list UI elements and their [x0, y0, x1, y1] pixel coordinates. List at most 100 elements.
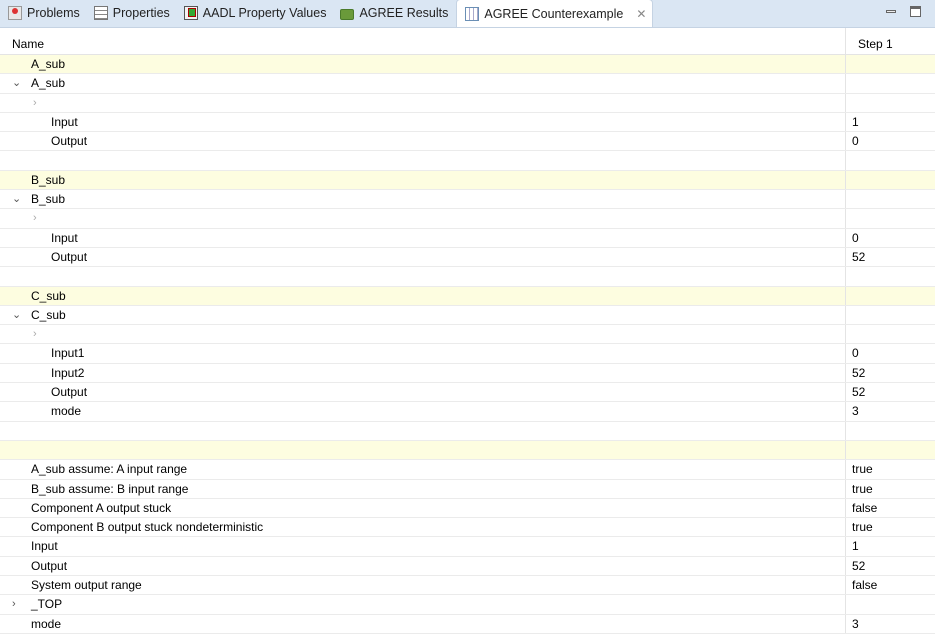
row-name-cell: Component A output stuck	[0, 498, 846, 518]
row-name-cell: mode	[0, 402, 846, 421]
table-row[interactable]: Input 0	[0, 228, 935, 248]
row-value-cell: 52	[852, 385, 866, 400]
row-name: Output	[51, 249, 88, 264]
row-name-cell: Output	[0, 556, 846, 576]
table-row[interactable]: Output 52	[0, 556, 935, 577]
tab-problems[interactable]: Problems	[0, 0, 86, 27]
row-value-cell: 0	[852, 230, 859, 245]
tab-aadl-property-values[interactable]: AADL Property Values	[176, 0, 333, 27]
chevron-right-icon[interactable]: ›	[12, 595, 16, 613]
table-row[interactable]: Output 52	[0, 383, 935, 403]
tab-agree-results[interactable]: AGREE Results	[332, 0, 454, 27]
counterexample-tree-table: A_sub ⌄ A_sub › Input 1 Output 0 B_sub ⌄ B_sub › Inp…	[0, 55, 935, 634]
row-value-cell	[846, 94, 935, 112]
properties-icon	[93, 6, 108, 20]
row-name: mode	[51, 404, 82, 419]
window-controls	[886, 6, 921, 17]
table-row[interactable]: Input 1	[0, 537, 935, 557]
table-row[interactable]: ›	[0, 209, 935, 229]
table-row[interactable]: System output range false	[0, 576, 935, 596]
table-row[interactable]: Output 52	[0, 247, 935, 268]
table-row[interactable]: Input 1	[0, 112, 935, 133]
table-row[interactable]	[0, 440, 935, 461]
close-icon[interactable]: ✕	[636, 7, 646, 21]
row-value-cell: 3	[852, 616, 859, 631]
row-value-cell: true	[852, 481, 873, 496]
row-name-cell: B_sub	[0, 170, 846, 190]
row-name-cell: mode	[0, 614, 846, 633]
row-value-cell: 52	[852, 365, 866, 380]
table-row[interactable]: ⌄ B_sub	[0, 190, 935, 210]
column-header-name[interactable]: Name	[0, 28, 846, 54]
row-name: Input1	[51, 346, 85, 361]
row-value-cell: 0	[852, 346, 859, 361]
row-value-cell	[846, 422, 935, 440]
row-value-cell	[846, 287, 935, 305]
table-row[interactable]: Component A output stuck false	[0, 498, 935, 519]
chevron-right-icon[interactable]: ›	[33, 94, 37, 112]
row-value-cell: false	[852, 500, 878, 515]
chevron-down-icon[interactable]: ⌄	[12, 306, 21, 324]
chevron-right-icon[interactable]: ›	[33, 325, 37, 343]
table-row[interactable]	[0, 267, 935, 287]
table-row[interactable]: Input1 0	[0, 344, 935, 364]
row-name-cell: Input1	[0, 344, 846, 363]
row-name: Input	[51, 230, 78, 245]
table-row[interactable]: A_sub assume: A input range true	[0, 460, 935, 480]
row-name-cell	[0, 267, 846, 286]
row-name: _TOP	[31, 597, 63, 612]
view-tab-bar: Problems Properties AADL Property Values AG…	[0, 0, 935, 28]
row-value-cell	[846, 595, 935, 613]
table-row[interactable]: Component B output stuck nondeterministi…	[0, 518, 935, 538]
table-row[interactable]	[0, 151, 935, 171]
row-value-cell	[846, 74, 935, 92]
table-row[interactable]: ›	[0, 93, 935, 113]
chevron-down-icon[interactable]: ⌄	[12, 74, 21, 92]
problems-icon	[8, 6, 22, 20]
row-name: A_sub assume: A input range	[31, 462, 188, 477]
tab-label: AADL Property Values	[202, 6, 327, 20]
table-row[interactable]: Input2 52	[0, 363, 935, 384]
row-name: System output range	[31, 578, 142, 593]
row-name-cell: System output range	[0, 576, 846, 595]
table-row[interactable]: ⌄ C_sub	[0, 305, 935, 326]
table-row[interactable]: ⌄ A_sub	[0, 74, 935, 94]
row-name: B_sub assume: B input range	[31, 481, 189, 496]
table-row[interactable]: C_sub	[0, 286, 935, 306]
row-value-cell	[846, 151, 935, 169]
row-name-cell: Component B output stuck nondeterministi…	[0, 518, 846, 537]
row-name-cell: Output	[0, 247, 846, 267]
row-value-cell	[846, 209, 935, 227]
table-row[interactable]: mode 3	[0, 402, 935, 422]
row-name: mode	[31, 616, 62, 631]
row-value-cell	[846, 171, 935, 189]
table-row[interactable]: › _TOP	[0, 595, 935, 615]
row-name-cell: Input	[0, 228, 846, 247]
row-value-cell: 3	[852, 404, 859, 419]
table-row[interactable]	[0, 421, 935, 441]
row-name-cell: Output	[0, 383, 846, 402]
row-value-cell	[846, 190, 935, 208]
row-value-cell: 1	[852, 539, 859, 554]
table-row[interactable]: mode 3	[0, 614, 935, 634]
table-row[interactable]: ›	[0, 325, 935, 345]
row-value-cell: 52	[852, 249, 866, 264]
minimize-button[interactable]	[886, 10, 896, 13]
row-value-cell: 52	[852, 558, 866, 573]
table-row[interactable]: A_sub	[0, 55, 935, 75]
table-row[interactable]: B_sub assume: B input range true	[0, 479, 935, 499]
table-header: Name Step 1	[0, 28, 935, 55]
chevron-down-icon[interactable]: ⌄	[12, 190, 21, 208]
table-row[interactable]: B_sub	[0, 170, 935, 191]
maximize-button[interactable]	[910, 6, 921, 17]
row-name-cell	[0, 151, 846, 170]
tab-agree-counterexample[interactable]: AGREE Counterexample ✕	[456, 0, 654, 27]
row-name-cell: Output	[0, 132, 846, 151]
chevron-right-icon[interactable]: ›	[33, 209, 37, 227]
row-name: C_sub	[31, 307, 66, 322]
row-value-cell	[846, 306, 935, 324]
tab-properties[interactable]: Properties	[86, 0, 176, 27]
row-name: Component B output stuck nondeterministi…	[31, 520, 264, 535]
table-row[interactable]: Output 0	[0, 132, 935, 152]
column-header-step[interactable]: Step 1	[846, 28, 935, 54]
